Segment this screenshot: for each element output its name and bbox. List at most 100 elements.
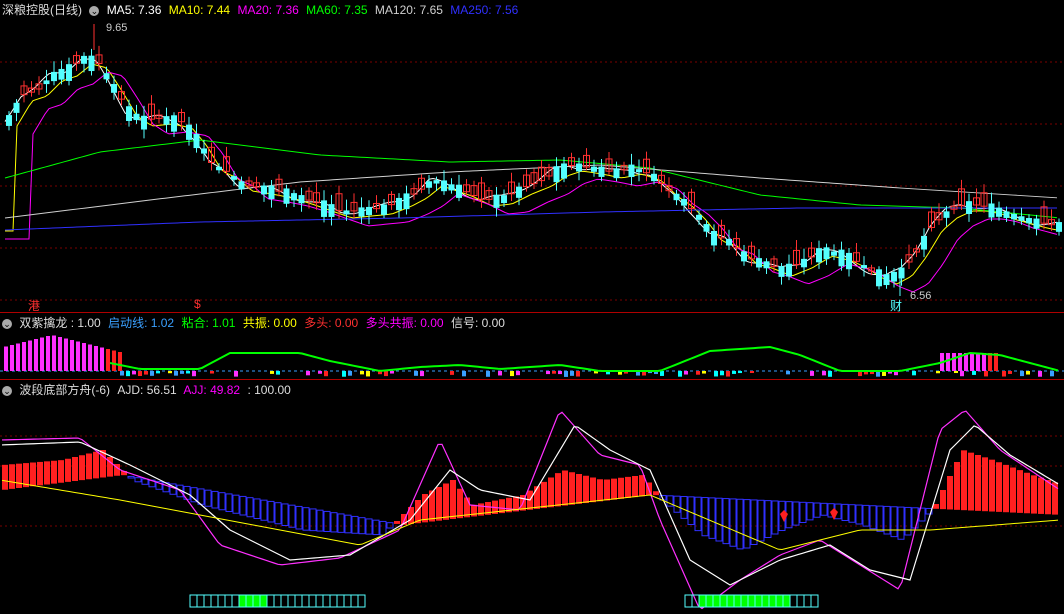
ark-bar: [316, 509, 324, 532]
ark-bar: [309, 508, 317, 532]
ark-bar: [9, 464, 15, 489]
ark-bar: [708, 497, 716, 539]
ark-bar: [982, 457, 988, 512]
finance-marker[interactable]: 财: [890, 297, 902, 312]
small-bar: [1008, 371, 1012, 374]
collapse-icon[interactable]: ⌄: [2, 385, 12, 396]
ark-bar: [51, 460, 57, 484]
candle-body: [801, 258, 807, 268]
small-bar: [984, 371, 988, 377]
duotou-value: 多头: 0.00: [304, 316, 359, 330]
ark-bar: [743, 499, 751, 549]
small-bar: [732, 371, 736, 374]
price-chart[interactable]: [0, 0, 1064, 312]
signal-strip-cell: [189, 594, 198, 608]
indicator-panel-1[interactable]: ⌄ 双紫擒龙 : 1.00 启动线: 1.02 粘合: 1.01 共振: 0.0…: [0, 313, 1064, 379]
ark-bar: [372, 519, 380, 536]
stock-title[interactable]: 深粮控股(日线): [2, 3, 82, 17]
signal-bar: [76, 341, 80, 371]
candle-body: [216, 166, 222, 171]
ark-bar: [44, 461, 50, 485]
small-bar: [828, 371, 832, 377]
candle-body: [13, 102, 20, 113]
ark-bar: [680, 496, 688, 519]
candle-body: [456, 184, 462, 198]
small-bar: [366, 371, 370, 377]
ark-bar: [736, 498, 744, 550]
candle-body: [396, 197, 402, 211]
small-bar: [150, 371, 154, 376]
ark-bar: [443, 483, 449, 520]
indicator-2-chart[interactable]: [0, 380, 1064, 614]
indicator-2-name[interactable]: 波段底部方舟(-6): [19, 383, 110, 397]
indicator-panel-2[interactable]: ⌄ 波段底部方舟(-6) AJD: 56.51 AJJ: 49.82 : 100…: [0, 380, 1064, 614]
small-bar: [420, 371, 424, 377]
indicator-2-header: ⌄ 波段底部方舟(-6) AJD: 56.51 AJJ: 49.82 : 100…: [2, 382, 295, 398]
candle-body: [921, 235, 927, 250]
collapse-icon[interactable]: ⌄: [89, 5, 100, 16]
candle-body: [268, 185, 275, 200]
ark-bar: [771, 500, 779, 535]
candle-body: [163, 116, 170, 125]
small-bar: [1038, 371, 1042, 377]
candle-body: [103, 73, 110, 80]
candle-body: [381, 204, 387, 215]
signal-strip-cell: [684, 594, 693, 608]
ark-bar: [576, 474, 582, 504]
signal-strip-cell: [238, 594, 247, 608]
candle-body: [186, 124, 192, 140]
buy-arrow-icon: [830, 508, 838, 520]
candle-body: [126, 106, 132, 121]
ark-bar: [954, 462, 960, 510]
signal-bar: [112, 350, 116, 371]
signal-bar: [34, 339, 38, 371]
small-bar: [510, 371, 514, 377]
ark-bar: [386, 522, 394, 529]
candle-body: [433, 180, 440, 184]
ajd-value: AJD: 56.51: [117, 383, 177, 397]
indicator-1-name[interactable]: 双紫擒龙: [19, 316, 67, 330]
ark-bar: [625, 476, 631, 498]
candle-body: [403, 193, 410, 210]
signal-strip-cell: [810, 594, 819, 608]
collapse-icon[interactable]: ⌄: [2, 318, 12, 329]
ark-bar: [813, 502, 821, 518]
ark-bar: [764, 500, 772, 538]
signal-strip-cell: [803, 594, 812, 608]
price-chart-panel[interactable]: 深粮控股(日线) ⌄ MA5: 7.36 MA10: 7.44 MA20: 7.…: [0, 0, 1064, 312]
ma250-value: MA250: 7.56: [450, 3, 519, 17]
candle-body: [831, 251, 837, 256]
ark-bar: [820, 502, 828, 516]
ark-bar: [239, 495, 247, 516]
signal-strip-cell: [761, 594, 770, 608]
signal-strip-cell: [259, 594, 268, 608]
ark-bar: [961, 450, 967, 511]
candle-body: [861, 265, 867, 269]
ark-bar: [890, 506, 898, 538]
dollar-marker[interactable]: $: [194, 297, 201, 311]
candle-body: [651, 173, 657, 182]
candle-body: [763, 261, 770, 269]
hk-marker[interactable]: 港: [28, 297, 40, 312]
small-bar: [132, 371, 136, 375]
signal-strip-cell: [315, 594, 324, 608]
candle-body: [703, 224, 710, 232]
signal-bar: [946, 353, 950, 371]
candle-body: [283, 188, 290, 204]
small-bar: [714, 371, 718, 377]
small-bar: [576, 371, 580, 377]
candle-body: [448, 184, 455, 191]
ark-bar: [344, 514, 352, 534]
ark-bar: [715, 497, 723, 542]
signal-bar: [64, 338, 68, 371]
ark-bar: [394, 521, 400, 524]
ark-bar: [351, 515, 359, 534]
ark-bar: [799, 501, 807, 523]
signal-strip-cell: [287, 594, 296, 608]
candle-body: [1011, 213, 1017, 220]
ark-bar: [211, 490, 219, 509]
signal-strip-cell: [712, 594, 721, 608]
ark-bar: [618, 477, 624, 499]
ark-bar: [562, 470, 568, 506]
ark-bar: [653, 491, 659, 496]
